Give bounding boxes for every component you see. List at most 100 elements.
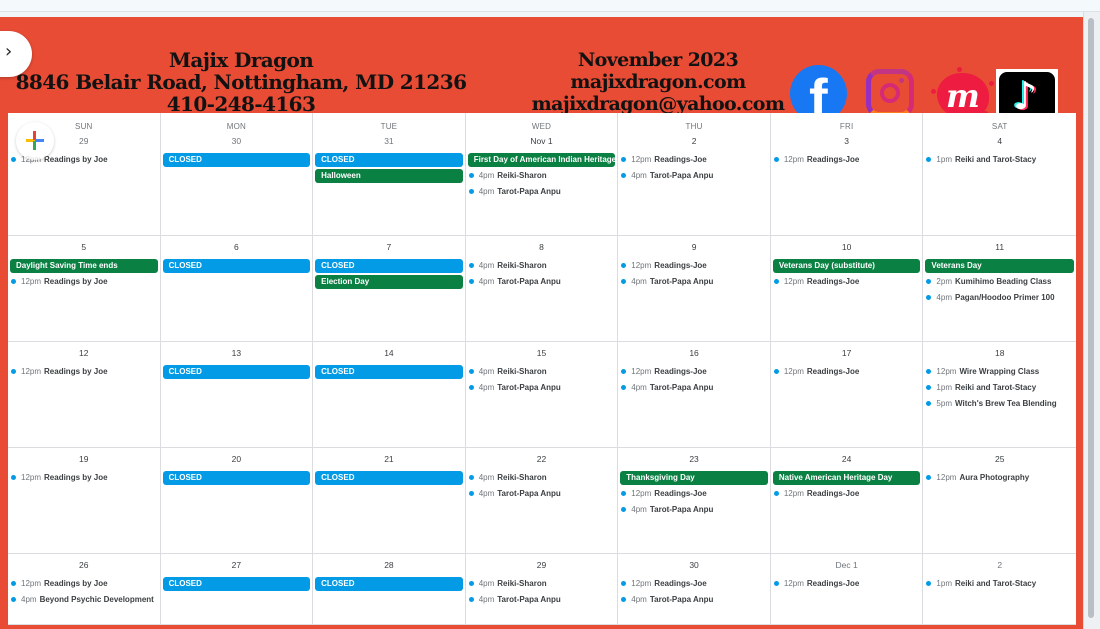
closed-event-chip[interactable]: CLOSED bbox=[315, 577, 463, 591]
holiday-event-chip[interactable]: Veterans Day bbox=[925, 259, 1074, 273]
day-cell[interactable]: FRI 3 12pm Readings-Joe bbox=[770, 113, 924, 236]
day-cell[interactable]: 20 CLOSED bbox=[160, 448, 314, 554]
timed-event[interactable]: 12pm Readings-Joe bbox=[773, 487, 923, 501]
day-cell[interactable]: 12 12pm Readings by Joe bbox=[8, 342, 161, 448]
timed-event[interactable]: 12pm Readings-Joe bbox=[621, 487, 770, 501]
day-number[interactable]: 16 bbox=[618, 348, 770, 360]
day-cell[interactable]: 16 12pm Readings-Joe 4pm Tarot-Papa Anpu bbox=[618, 342, 771, 448]
day-number[interactable]: 23 bbox=[618, 454, 770, 466]
day-number[interactable]: 15 bbox=[466, 348, 618, 360]
create-event-button[interactable] bbox=[16, 122, 54, 160]
day-number[interactable]: 31 bbox=[313, 136, 465, 148]
timed-event[interactable]: 1pm Reiki and Tarot-Stacy bbox=[926, 577, 1076, 591]
holiday-event-chip[interactable]: Veterans Day (substitute) bbox=[772, 259, 921, 273]
day-number[interactable]: 17 bbox=[771, 348, 923, 360]
timed-event[interactable]: 12pm Readings-Joe bbox=[773, 577, 923, 591]
closed-event-chip[interactable]: CLOSED bbox=[315, 153, 463, 167]
day-number[interactable]: 28 bbox=[313, 560, 465, 572]
closed-event-chip[interactable]: CLOSED bbox=[162, 259, 311, 273]
timed-event[interactable]: 1pm Reiki and Tarot-Stacy bbox=[926, 153, 1076, 167]
timed-event[interactable]: 4pm Tarot-Papa Anpu bbox=[621, 275, 770, 289]
timed-event[interactable]: 12pmReadings by Joe bbox=[11, 577, 160, 591]
day-number[interactable]: 3 bbox=[771, 136, 923, 148]
day-cell[interactable]: 10 Veterans Day (substitute) 12pm Readings-… bbox=[770, 236, 924, 342]
day-number[interactable]: 12 bbox=[8, 348, 160, 360]
day-cell[interactable]: 6 CLOSED bbox=[160, 236, 314, 342]
holiday-event-chip[interactable]: Halloween bbox=[315, 169, 463, 183]
day-number[interactable]: 11 bbox=[923, 242, 1076, 254]
timed-event[interactable]: 12pm Readings-Joe bbox=[621, 365, 770, 379]
timed-event[interactable]: 12pm Wire Wrapping Class bbox=[926, 365, 1076, 379]
vertical-scrollbar[interactable] bbox=[1083, 12, 1100, 629]
closed-event-chip[interactable]: CLOSED bbox=[162, 153, 311, 167]
day-cell[interactable]: 14 CLOSED bbox=[313, 342, 466, 448]
day-cell[interactable]: 28 CLOSED bbox=[313, 554, 466, 625]
day-number[interactable]: 7 bbox=[313, 242, 465, 254]
day-number[interactable]: 25 bbox=[923, 454, 1076, 466]
day-number[interactable]: 2 bbox=[618, 136, 770, 148]
day-number[interactable]: 27 bbox=[161, 560, 313, 572]
day-cell[interactable]: Dec 1 12pm Readings-Joe bbox=[770, 554, 924, 625]
day-cell[interactable]: THU 2 12pm Readings-Joe 4pm Tarot-Papa Anpu bbox=[618, 113, 771, 236]
day-cell[interactable]: 25 12pm Aura Photography bbox=[923, 448, 1076, 554]
timed-event[interactable]: 12pm Readings-Joe bbox=[773, 153, 923, 167]
day-cell[interactable]: 18 12pm Wire Wrapping Class 1pm Reiki and Ta… bbox=[923, 342, 1076, 448]
day-cell[interactable]: 29 4pm Reiki-Sharon 4pm Tarot-Papa Anpu bbox=[465, 554, 619, 625]
day-cell[interactable]: SAT 4 1pm Reiki and Tarot-Stacy bbox=[923, 113, 1076, 236]
day-cell[interactable]: 7 CLOSED Election Day bbox=[313, 236, 466, 342]
day-number[interactable]: 29 bbox=[466, 560, 618, 572]
timed-event[interactable]: 2pm Kumihimo Beading Class bbox=[926, 275, 1076, 289]
day-cell[interactable]: 19 12pm Readings by Joe bbox=[8, 448, 161, 554]
holiday-event-chip[interactable]: Election Day bbox=[315, 275, 463, 289]
day-number[interactable]: 13 bbox=[161, 348, 313, 360]
timed-event[interactable]: 4pm Tarot-Papa Anpu bbox=[468, 487, 618, 501]
holiday-event-chip[interactable]: First Day of American Indian Heritage bbox=[467, 153, 616, 167]
day-cell[interactable]: 8 4pm Reiki-Sharon 4pm Tarot-Papa Anpu bbox=[465, 236, 619, 342]
day-cell[interactable]: 11 Veterans Day 2pm Kumihimo Beading Class 4… bbox=[923, 236, 1076, 342]
day-number[interactable]: 19 bbox=[8, 454, 160, 466]
day-cell[interactable]: 9 12pm Readings-Joe 4pm Tarot-Papa Anpu bbox=[618, 236, 771, 342]
closed-event-chip[interactable]: CLOSED bbox=[162, 471, 311, 485]
closed-event-chip[interactable]: CLOSED bbox=[315, 365, 463, 379]
closed-event-chip[interactable]: CLOSED bbox=[162, 365, 311, 379]
day-cell[interactable]: 13 CLOSED bbox=[160, 342, 314, 448]
day-number[interactable]: 4 bbox=[923, 136, 1076, 148]
timed-event[interactable]: 12pm Readings-Joe bbox=[621, 153, 770, 167]
day-cell[interactable]: 27 CLOSED bbox=[160, 554, 314, 625]
day-number[interactable]: 30 bbox=[161, 136, 313, 148]
timed-event[interactable]: 4pm Pagan/Hoodoo Primer 100 bbox=[926, 291, 1076, 305]
day-number[interactable]: 20 bbox=[161, 454, 313, 466]
timed-event[interactable]: 4pm Tarot-Papa Anpu bbox=[621, 593, 770, 607]
timed-event[interactable]: 12pm Aura Photography bbox=[926, 471, 1076, 485]
timed-event[interactable]: 12pm Readings-Joe bbox=[621, 577, 770, 591]
day-cell[interactable]: 17 12pm Readings-Joe bbox=[770, 342, 924, 448]
day-cell[interactable]: 26 12pm Readings by Joe 4pm Beyond Psychic D… bbox=[8, 554, 161, 625]
holiday-event-chip[interactable]: Thanksgiving Day bbox=[620, 471, 768, 485]
day-number[interactable]: Nov 1 bbox=[466, 136, 618, 148]
timed-event[interactable]: 4pm Reiki-Sharon bbox=[468, 471, 618, 485]
day-cell[interactable]: 2 1pm Reiki and Tarot-Stacy bbox=[923, 554, 1076, 625]
timed-event[interactable]: 12pm Readings-Joe bbox=[621, 259, 770, 273]
closed-event-chip[interactable]: CLOSED bbox=[315, 259, 463, 273]
timed-event[interactable]: 4pm Tarot-Papa Anpu bbox=[468, 275, 618, 289]
day-cell[interactable]: 15 4pm Reiki-Sharon 4pm Tarot-Papa Anpu bbox=[465, 342, 619, 448]
day-cell[interactable]: 22 4pm Reiki-Sharon 4pm Tarot-Papa Anpu bbox=[465, 448, 619, 554]
day-cell[interactable]: MON 30 CLOSED bbox=[160, 113, 314, 236]
timed-event[interactable]: 4pm Tarot-Papa Anpu bbox=[468, 593, 618, 607]
day-number[interactable]: 2 bbox=[923, 560, 1076, 572]
day-cell[interactable]: 24 Native American Heritage Day 12pm Readin… bbox=[770, 448, 924, 554]
day-number[interactable]: 21 bbox=[313, 454, 465, 466]
day-number[interactable]: 26 bbox=[8, 560, 160, 572]
timed-event[interactable]: 4pm Reiki-Sharon bbox=[468, 169, 618, 183]
day-cell[interactable]: TUE 31 CLOSED Halloween bbox=[313, 113, 466, 236]
timed-event[interactable]: 12pmReadings by Joe bbox=[11, 275, 160, 289]
timed-event[interactable]: 12pmReadings by Joe bbox=[11, 471, 160, 485]
holiday-event-chip[interactable]: Native American Heritage Day bbox=[772, 471, 921, 485]
timed-event[interactable]: 4pm Tarot-Papa Anpu bbox=[468, 185, 618, 199]
day-number[interactable]: 5 bbox=[8, 242, 160, 254]
closed-event-chip[interactable]: CLOSED bbox=[315, 471, 463, 485]
day-number[interactable]: 24 bbox=[771, 454, 923, 466]
timed-event[interactable]: 4pm Tarot-Papa Anpu bbox=[621, 381, 770, 395]
day-number[interactable]: 10 bbox=[771, 242, 923, 254]
timed-event[interactable]: 4pm Tarot-Papa Anpu bbox=[621, 169, 770, 183]
